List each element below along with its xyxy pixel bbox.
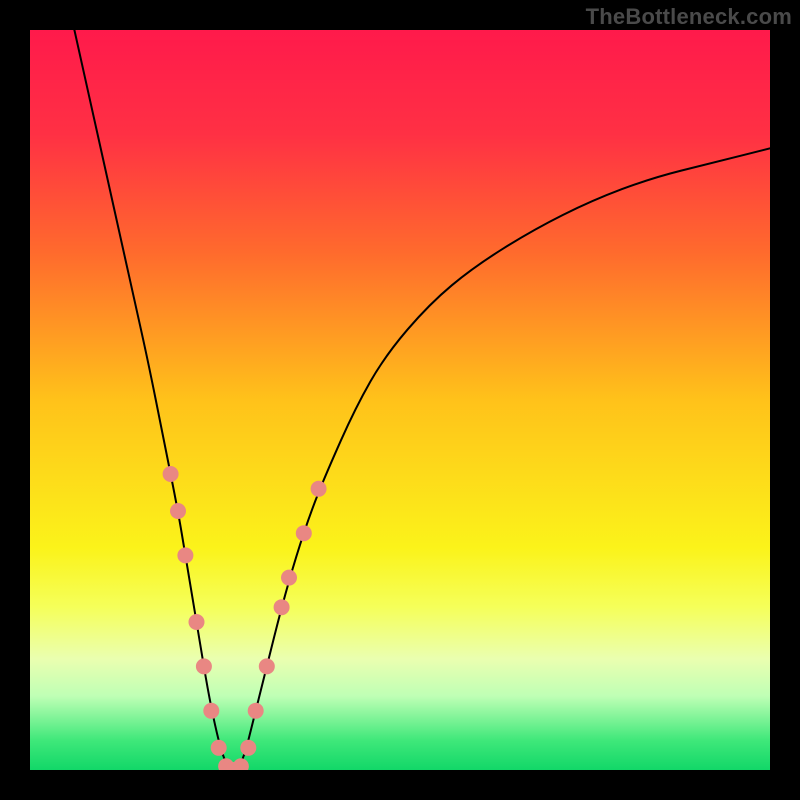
marker-point	[163, 466, 179, 482]
watermark-text: TheBottleneck.com	[586, 4, 792, 30]
marker-point	[177, 547, 193, 563]
marker-point	[274, 599, 290, 615]
chart-frame	[30, 30, 770, 770]
marker-point	[248, 703, 264, 719]
chart-background	[30, 30, 770, 770]
marker-point	[170, 503, 186, 519]
plot-area	[30, 30, 770, 770]
marker-point	[203, 703, 219, 719]
marker-point	[240, 740, 256, 756]
marker-point	[281, 570, 297, 586]
chart-svg	[30, 30, 770, 770]
marker-point	[211, 740, 227, 756]
marker-point	[189, 614, 205, 630]
marker-point	[311, 481, 327, 497]
marker-point	[259, 658, 275, 674]
marker-point	[196, 658, 212, 674]
marker-point	[296, 525, 312, 541]
